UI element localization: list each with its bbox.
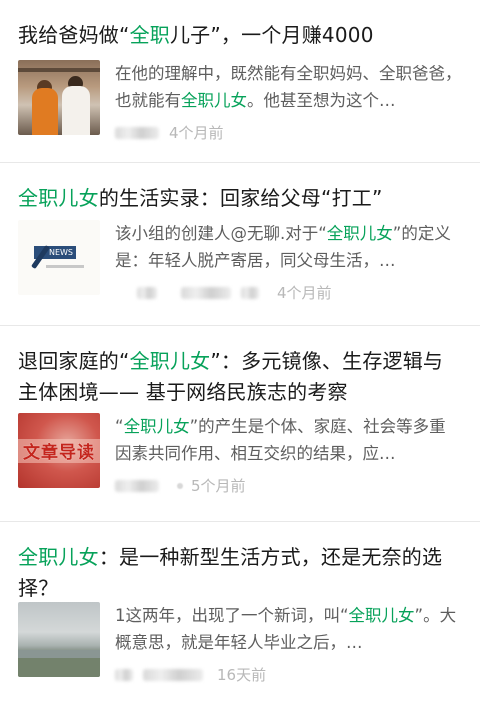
article-meta: 5个月前 bbox=[115, 475, 246, 496]
search-results-feed: 我给爸妈做“全职儿子”，一个月赚4000 在他的理解中，既然能有全职妈妈、全职爸… bbox=[0, 0, 480, 711]
blurred-source-name bbox=[137, 286, 157, 299]
article-thumbnail[interactable]: NEWS bbox=[18, 220, 100, 295]
article-title[interactable]: 全职儿女的生活实录：回家给父母“打工” bbox=[18, 163, 462, 214]
article-card[interactable]: 我给爸妈做“全职儿子”，一个月赚4000 在他的理解中，既然能有全职妈妈、全职爸… bbox=[0, 0, 480, 163]
article-title[interactable]: 我给爸妈做“全职儿子”，一个月赚4000 bbox=[18, 0, 462, 51]
article-snippet: 1这两年，出现了一个新词，叫“全职儿女”。大概意思，就是年轻人毕业之后，… bbox=[115, 606, 457, 652]
article-thumbnail[interactable] bbox=[18, 60, 100, 135]
article-title[interactable]: 全职儿女：是一种新型生活方式，还是无奈的选择？ bbox=[18, 522, 462, 604]
article-card[interactable]: 退回家庭的“全职儿女”：多元镜像、生存逻辑与主体困境—— 基于网络民族志的考察 … bbox=[0, 326, 480, 522]
blurred-source-name bbox=[115, 126, 159, 139]
article-card[interactable]: 全职儿女：是一种新型生活方式，还是无奈的选择？ 1这两年，出现了一个新词，叫“全… bbox=[0, 522, 480, 711]
article-snippet: “全职儿女”的产生是个体、家庭、社会等多重因素共同作用、相互交织的结果，应… bbox=[115, 417, 446, 463]
publish-time: 4个月前 bbox=[169, 124, 224, 142]
article-snippet: 该小组的创建人@无聊.对于“全职儿女”的定义是：年轻人脱产寄居，同父母生活，… bbox=[115, 224, 451, 270]
publish-time: 16天前 bbox=[217, 666, 267, 684]
blurred-source-name bbox=[115, 668, 133, 681]
blurred-source-name bbox=[115, 479, 159, 492]
publish-time: 5个月前 bbox=[191, 477, 246, 495]
cover-text: 文章导读 bbox=[23, 443, 95, 463]
article-thumbnail[interactable] bbox=[18, 602, 100, 677]
article-thumbnail[interactable]: 文章导读 bbox=[18, 413, 100, 488]
article-meta: 4个月前 bbox=[115, 282, 332, 303]
article-snippet: 在他的理解中，既然能有全职妈妈、全职爸爸，也就能有全职儿女。他甚至想为这个… bbox=[115, 64, 462, 110]
publish-time: 4个月前 bbox=[277, 284, 332, 302]
article-meta: 16天前 bbox=[115, 664, 266, 685]
article-card[interactable]: 全职儿女的生活实录：回家给父母“打工” NEWS 该小组的创建人@无聊.对于“全… bbox=[0, 163, 480, 326]
article-meta: 4个月前 bbox=[115, 122, 224, 143]
article-title[interactable]: 退回家庭的“全职儿女”：多元镜像、生存逻辑与主体困境—— 基于网络民族志的考察 bbox=[18, 326, 462, 408]
